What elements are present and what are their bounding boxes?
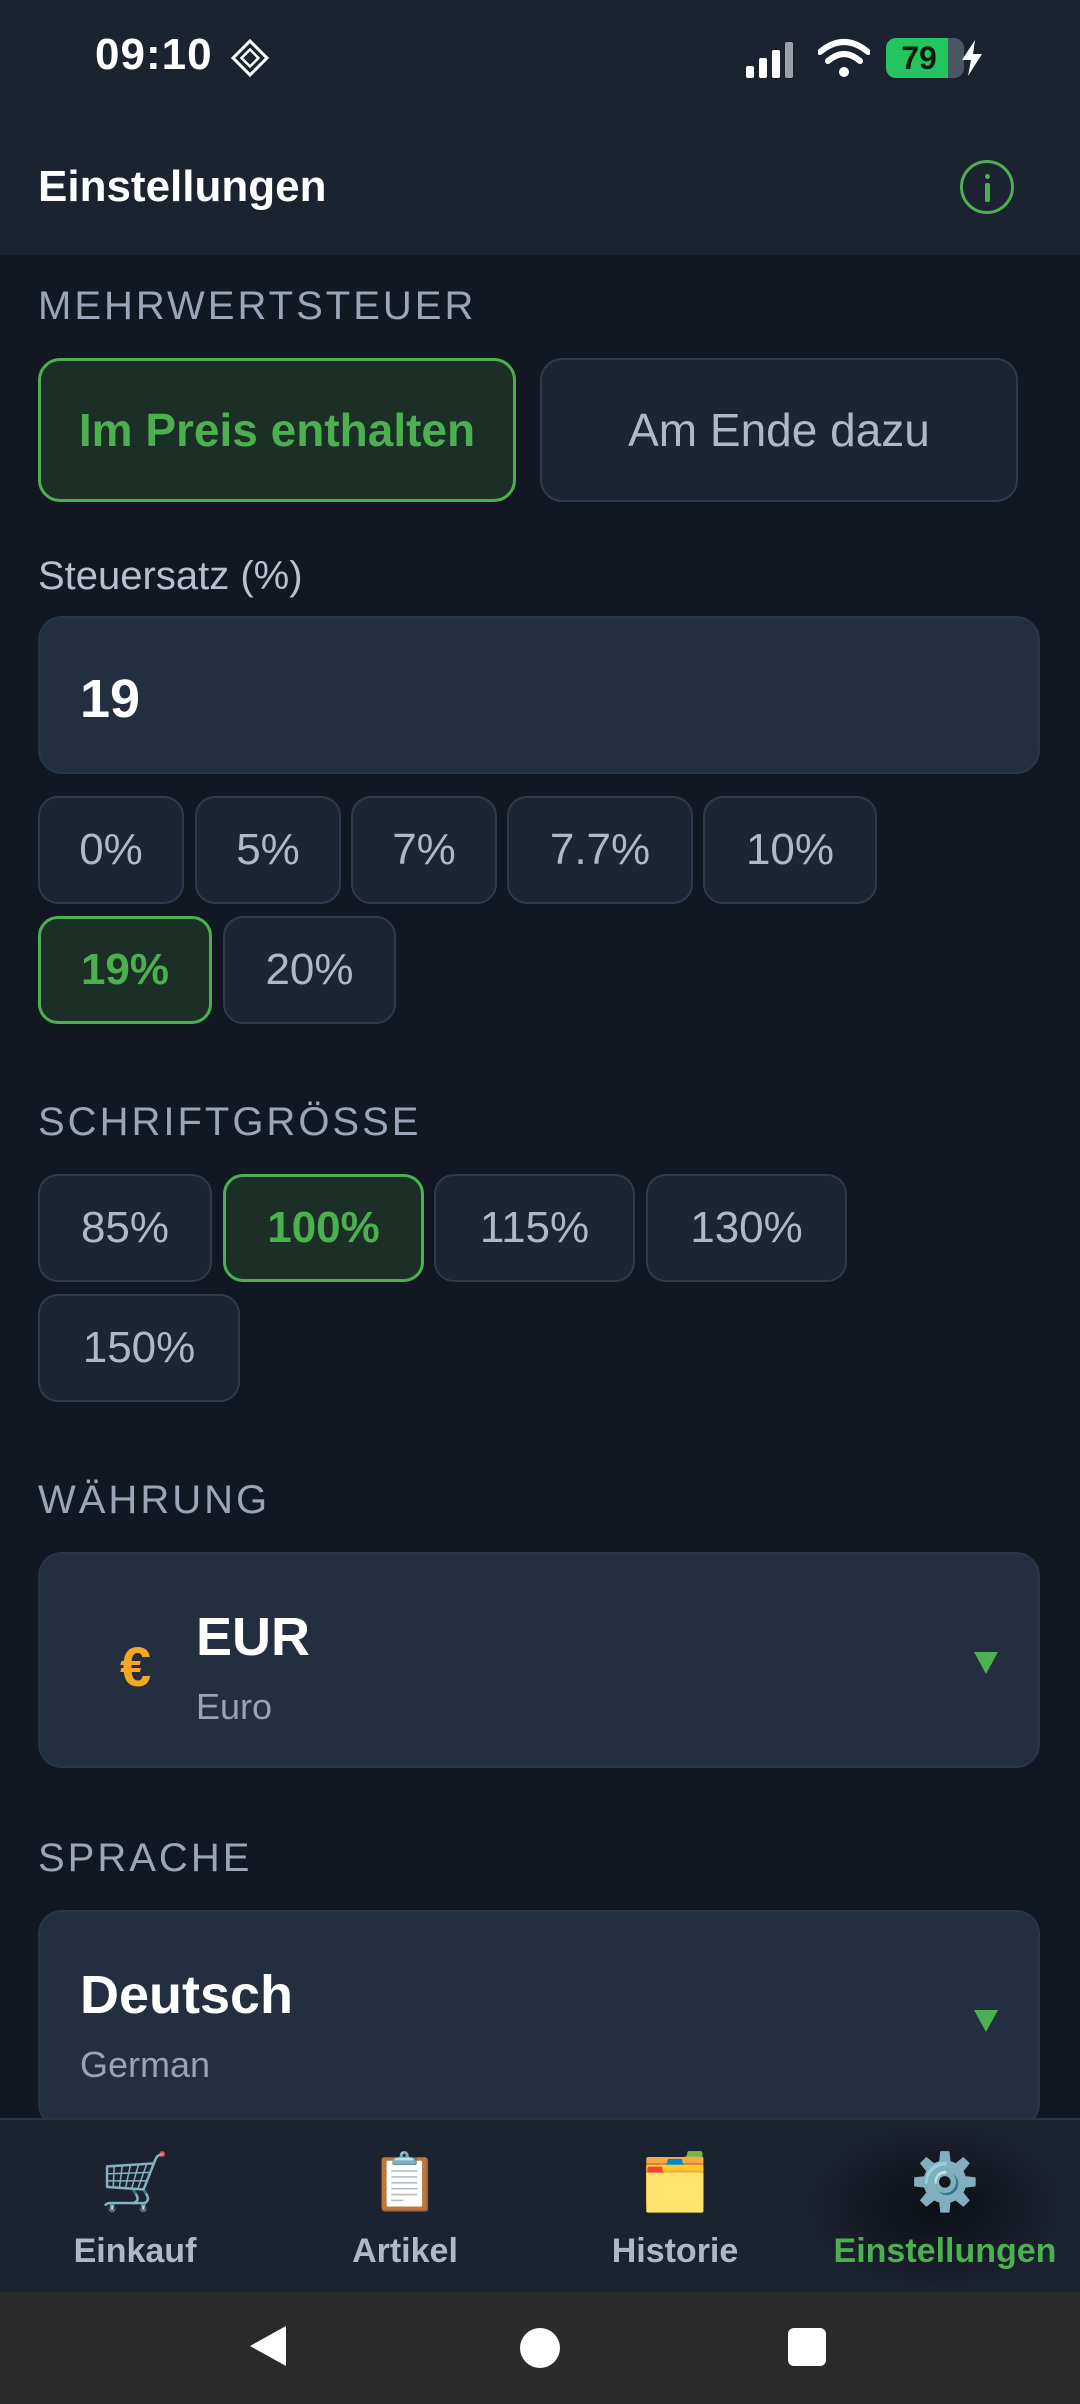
clipboard-icon: 📋 — [370, 2150, 440, 2213]
status-bar: 09:10 79 — [0, 0, 1080, 120]
wifi-icon — [818, 39, 870, 77]
recents-icon[interactable] — [788, 2328, 826, 2366]
font-size-chip-85[interactable]: 85% — [38, 1174, 212, 1282]
tax-rate-value: 19 — [80, 669, 141, 729]
charging-bolt-icon — [962, 40, 982, 76]
status-time: 09:10 — [95, 30, 213, 79]
tax-rate-chip-7[interactable]: 7% — [351, 796, 497, 904]
nav-label-einstellungen: Einstellungen — [833, 2232, 1057, 2270]
language-name: Deutsch — [80, 1965, 294, 2025]
tax-rate-chip-5[interactable]: 5% — [195, 796, 341, 904]
tax-rate-chip-7-7[interactable]: 7.7% — [507, 796, 693, 904]
back-icon[interactable] — [250, 2326, 286, 2366]
font-size-section-label: SCHRIFTGRÖSSE — [38, 1100, 422, 1144]
system-navigation-bar — [0, 2292, 1080, 2404]
vat-mode-included-button[interactable]: Im Preis enthalten — [38, 358, 516, 502]
tax-rate-chip-20[interactable]: 20% — [223, 916, 396, 1024]
nav-label-einkauf: Einkauf — [73, 2232, 197, 2270]
folder-icon: 🗂️ — [640, 2150, 710, 2213]
tax-rate-label: Steuersatz (%) — [38, 554, 303, 598]
nav-item-historie[interactable]: 🗂️ Historie — [540, 2120, 810, 2294]
tax-rate-chip-10[interactable]: 10% — [703, 796, 877, 904]
bottom-navigation: 🛒 Einkauf 📋 Artikel 🗂️ Historie ⚙️ Einst… — [0, 2118, 1080, 2294]
battery-level: 79 — [901, 40, 937, 76]
vat-section-label: MEHRWERTSTEUER — [38, 284, 477, 328]
info-icon[interactable] — [960, 160, 1014, 214]
euro-icon: € — [120, 1635, 152, 1698]
currency-code: EUR — [196, 1607, 311, 1667]
font-size-chip-150[interactable]: 150% — [38, 1294, 240, 1402]
nav-label-historie: Historie — [611, 2232, 739, 2270]
nav-item-einkauf[interactable]: 🛒 Einkauf — [0, 2120, 270, 2294]
nav-item-artikel[interactable]: 📋 Artikel — [270, 2120, 540, 2294]
battery-icon: 79 — [886, 38, 964, 78]
currency-section-label: WÄHRUNG — [38, 1478, 271, 1522]
tax-rate-chip-19[interactable]: 19% — [38, 916, 212, 1024]
language-section-label: SPRACHE — [38, 1836, 253, 1880]
font-size-chip-100[interactable]: 100% — [223, 1174, 424, 1282]
app-header: Einstellungen — [0, 120, 1080, 255]
tax-rate-chip-0[interactable]: 0% — [38, 796, 184, 904]
font-size-chip-115[interactable]: 115% — [434, 1174, 635, 1282]
shopping-cart-icon: 🛒 — [100, 2150, 170, 2213]
currency-name: Euro — [196, 1686, 273, 1727]
chevron-down-icon — [974, 2010, 998, 2032]
gear-icon: ⚙️ — [910, 2150, 980, 2213]
nav-item-einstellungen[interactable]: ⚙️ Einstellungen — [810, 2120, 1080, 2294]
language-select[interactable]: Deutsch German — [38, 1910, 1040, 2128]
signal-icon — [746, 42, 793, 78]
tax-rate-input[interactable]: 19 — [38, 616, 1040, 774]
currency-select[interactable]: € EUR Euro — [38, 1552, 1040, 1768]
home-icon[interactable] — [520, 2328, 560, 2368]
language-english-name: German — [80, 2044, 211, 2085]
nav-label-artikel: Artikel — [352, 2232, 458, 2270]
vat-mode-added-button[interactable]: Am Ende dazu — [540, 358, 1018, 502]
page-title: Einstellungen — [38, 162, 327, 211]
chevron-down-icon — [974, 1652, 998, 1674]
font-size-chip-130[interactable]: 130% — [646, 1174, 847, 1282]
status-notification-icon — [230, 38, 270, 78]
